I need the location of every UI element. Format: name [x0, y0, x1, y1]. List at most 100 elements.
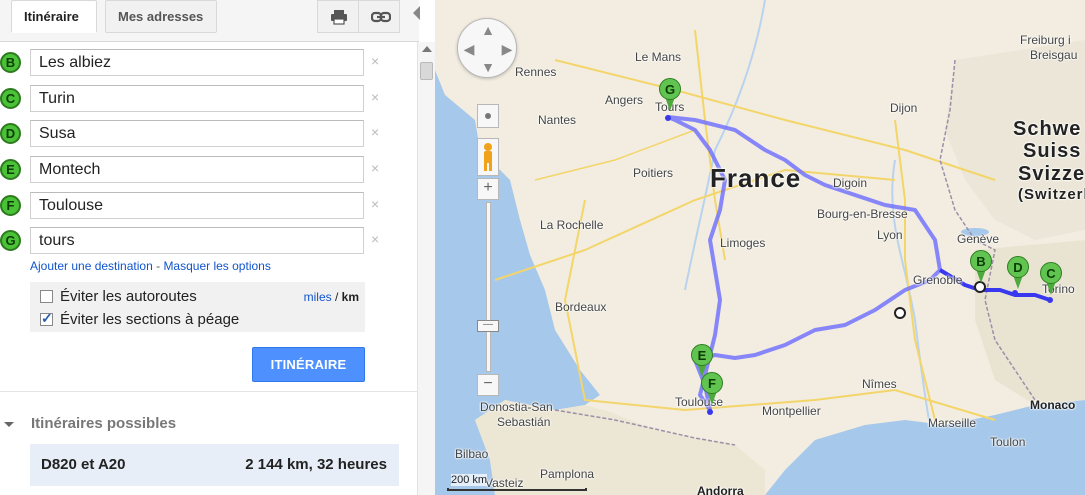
units-km-label: km: [341, 290, 359, 304]
country-label: Suiss: [1023, 140, 1082, 162]
zoom-slider-track[interactable]: [486, 202, 491, 372]
directions-panel: Itinéraire Mes adresses B × C × D: [0, 0, 419, 495]
map-label: La Rochelle: [540, 218, 604, 232]
reset-view-button[interactable]: [477, 104, 499, 128]
map-label: Dijon: [890, 101, 918, 115]
routes-header[interactable]: Itinéraires possibles: [0, 414, 417, 434]
map-label: Freiburg i: [1020, 33, 1071, 47]
tab-mes-adresses[interactable]: Mes adresses: [105, 0, 217, 33]
route-pin[interactable]: D: [1007, 256, 1029, 290]
collapse-panel-arrow-icon[interactable]: [413, 6, 420, 20]
zoom-slider-handle[interactable]: —: [477, 320, 499, 332]
tab-itineraire[interactable]: Itinéraire: [11, 0, 97, 33]
scroll-thumb[interactable]: [420, 62, 433, 80]
pan-down-icon[interactable]: ▼: [481, 59, 495, 75]
pin-letter: F: [701, 372, 723, 394]
remove-destination-icon[interactable]: ×: [371, 231, 379, 247]
map-label: Nîmes: [862, 377, 897, 391]
route-name: D820 et A20: [41, 456, 126, 473]
country-label: Schwe: [1013, 118, 1082, 140]
divider: [0, 391, 417, 392]
destination-input[interactable]: [30, 120, 364, 147]
map-label: Rennes: [515, 65, 557, 79]
collapse-triangle-icon[interactable]: [4, 422, 14, 427]
add-destination-link[interactable]: Ajouter une destination: [30, 259, 153, 273]
panel-scrollbar[interactable]: [417, 42, 435, 495]
remove-destination-icon[interactable]: ×: [371, 89, 379, 105]
zoom-out-button[interactable]: −: [477, 374, 499, 396]
pan-right-icon[interactable]: ▶: [500, 41, 514, 58]
zoom-in-button[interactable]: +: [477, 178, 499, 200]
waypoint-marker-icon: B: [0, 52, 21, 73]
map-label: Toulon: [990, 435, 1026, 449]
units-toggle: miles / km: [304, 290, 359, 304]
waypoint-marker-icon: F: [0, 195, 21, 216]
map-label: Limoges: [720, 236, 766, 250]
pan-control[interactable]: ▲ ▼ ◀ ▶: [457, 18, 517, 78]
map-label: Grenoble: [913, 273, 963, 287]
route-pin[interactable]: G: [659, 78, 681, 112]
remove-destination-icon[interactable]: ×: [371, 160, 379, 176]
map-label: Andorra: [697, 484, 744, 495]
avoid-highways-checkbox[interactable]: [40, 290, 53, 303]
routes-title: Itinéraires possibles: [31, 415, 177, 432]
street-view-pegman-icon[interactable]: [477, 138, 499, 176]
country-label: France: [710, 163, 802, 193]
route-summary: 2 144 km, 32 heures: [245, 456, 387, 473]
route-pin[interactable]: C: [1040, 262, 1062, 296]
waypoint-marker-icon: E: [0, 159, 21, 180]
get-directions-button[interactable]: ITINÉRAIRE: [252, 347, 365, 382]
destination-row: B ×: [0, 49, 400, 77]
hide-options-link[interactable]: Masquer les options: [163, 259, 270, 273]
waypoint-marker-icon: G: [0, 230, 21, 251]
pin-letter: E: [691, 344, 713, 366]
scale-label: 200 km: [451, 474, 488, 486]
destination-links: Ajouter une destination - Masquer les op…: [30, 259, 271, 273]
map-label: Poitiers: [633, 166, 674, 180]
waypoint-marker-icon: C: [0, 88, 21, 109]
map-label: Bilbao: [455, 447, 489, 461]
destination-row: F ×: [0, 192, 400, 220]
country-label: (Switzerl: [1018, 186, 1085, 203]
map-scale: 200 km: [445, 474, 587, 495]
map-label: Sebastián: [497, 415, 551, 429]
route-pin[interactable]: B: [970, 250, 992, 284]
remove-destination-icon[interactable]: ×: [371, 53, 379, 69]
route-options: Éviter les autoroutes Éviter les section…: [30, 282, 365, 332]
remove-destination-icon[interactable]: ×: [371, 124, 379, 140]
destination-input[interactable]: [30, 227, 364, 254]
scroll-up-arrow-icon[interactable]: [422, 46, 432, 52]
remove-destination-icon[interactable]: ×: [371, 196, 379, 212]
pin-letter: G: [659, 78, 681, 100]
route-option[interactable]: D820 et A20 2 144 km, 32 heures: [30, 444, 399, 486]
country-label: Svizze: [1018, 163, 1085, 185]
pin-letter: D: [1007, 256, 1029, 278]
destination-input[interactable]: [30, 192, 364, 219]
avoid-tolls-label: Éviter les sections à péage: [60, 311, 240, 328]
destination-input[interactable]: [30, 85, 364, 112]
link-icon: [371, 11, 391, 23]
target-icon: [485, 113, 491, 119]
waypoint-marker-icon: D: [0, 123, 21, 144]
units-separator: /: [331, 290, 342, 304]
destination-row: E ×: [0, 156, 400, 184]
destination-input[interactable]: [30, 156, 364, 183]
scale-line: [447, 488, 587, 491]
units-miles-link[interactable]: miles: [304, 290, 332, 304]
map-label: Breisgau: [1030, 48, 1078, 62]
map-view[interactable]: Le Mans Rennes Angers Tours Nantes Poiti…: [435, 0, 1085, 495]
map-label: Donostia-San: [480, 400, 553, 414]
map-label: Marseille: [928, 416, 977, 430]
route-pin[interactable]: F: [701, 372, 723, 406]
link-button[interactable]: [358, 0, 400, 33]
map-label: Monaco: [1030, 398, 1076, 412]
pin-letter: B: [970, 250, 992, 272]
pan-up-icon[interactable]: ▲: [481, 22, 495, 38]
print-button[interactable]: [317, 0, 359, 33]
avoid-tolls-checkbox[interactable]: [40, 310, 53, 327]
pan-left-icon[interactable]: ◀: [462, 41, 476, 58]
map-label: Angers: [605, 93, 644, 107]
destination-input[interactable]: [30, 49, 364, 76]
map-label: Digoin: [833, 176, 868, 190]
map-label: Nantes: [538, 113, 577, 127]
